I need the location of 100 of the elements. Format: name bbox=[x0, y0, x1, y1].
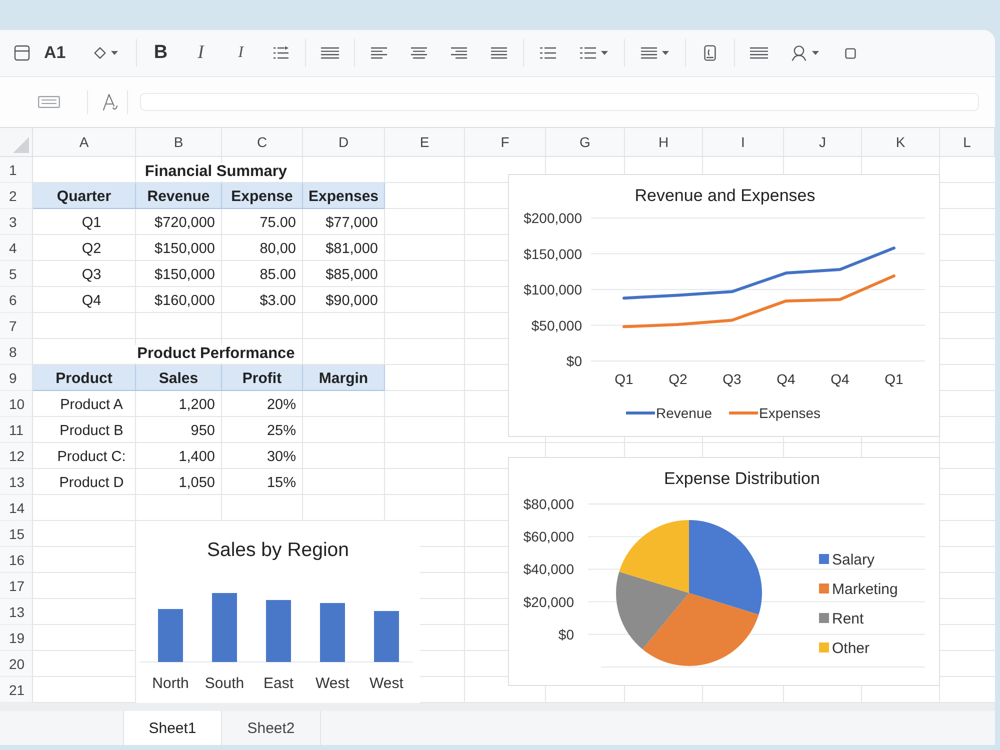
caret-icon bbox=[110, 51, 118, 55]
row-header[interactable]: 9 bbox=[0, 365, 33, 391]
axis-label: Q2 bbox=[668, 371, 688, 387]
axis-label: $60,000 bbox=[523, 528, 574, 545]
row-header[interactable]: 7 bbox=[0, 313, 33, 339]
column-header[interactable]: A bbox=[33, 128, 136, 157]
row-header[interactable]: 13 bbox=[0, 599, 33, 625]
row-header[interactable]: 17 bbox=[0, 573, 33, 599]
column-header[interactable]: B bbox=[136, 128, 222, 157]
person-icon bbox=[790, 45, 807, 61]
chart-title: Sales by Region bbox=[207, 539, 349, 561]
row-header[interactable]: 11 bbox=[0, 417, 33, 443]
axis-label: $20,000 bbox=[523, 594, 574, 610]
table-header-cell: Product bbox=[33, 365, 136, 391]
row-header[interactable]: 3 bbox=[0, 209, 33, 235]
row-header[interactable]: 5 bbox=[0, 261, 33, 287]
font-icon[interactable] bbox=[102, 93, 118, 111]
name-box[interactable]: A1 bbox=[44, 41, 66, 65]
axis-label: South bbox=[204, 675, 244, 692]
table-cell-text: 85.00 bbox=[258, 266, 297, 285]
table-cell-text: 15% bbox=[266, 474, 297, 493]
row-header[interactable]: 15 bbox=[0, 521, 33, 547]
italic-button[interactable]: I bbox=[224, 38, 257, 68]
table-cell-text: $150,000 bbox=[154, 266, 216, 285]
row-header[interactable]: 2 bbox=[0, 183, 33, 209]
table-title: Product Performance bbox=[135, 345, 297, 363]
corner-cell[interactable] bbox=[0, 128, 33, 157]
row-header[interactable]: 6 bbox=[0, 287, 33, 313]
column-header[interactable]: C bbox=[222, 128, 303, 157]
axis-label: West bbox=[316, 675, 350, 692]
table-cell-text: $720,000 bbox=[154, 214, 216, 233]
row-header[interactable]: 1 bbox=[0, 157, 33, 183]
chart-title: Expense Distribution bbox=[664, 469, 820, 488]
table-header-cell: Expense bbox=[222, 183, 303, 209]
axis-label: Q4 bbox=[830, 371, 850, 387]
legend-label: Expenses bbox=[759, 405, 821, 421]
table-title: Financial Summary bbox=[142, 163, 290, 181]
column-header[interactable]: D bbox=[303, 128, 385, 157]
text-box-icon[interactable] bbox=[38, 96, 60, 108]
caret-icon bbox=[662, 51, 669, 55]
column-header[interactable]: K bbox=[862, 128, 940, 157]
table-header-cell: Sales bbox=[136, 365, 222, 391]
row-header[interactable]: 19 bbox=[0, 625, 33, 651]
table-cell-text: Product A bbox=[59, 396, 124, 415]
justify-icon bbox=[640, 47, 657, 59]
chart-bar bbox=[320, 603, 345, 662]
row-header[interactable]: 20 bbox=[0, 651, 33, 677]
axis-label: Q3 bbox=[722, 371, 742, 387]
diamond-icon bbox=[94, 47, 106, 59]
table-cell-text: Q4 bbox=[80, 292, 102, 311]
axis-label: Q4 bbox=[776, 371, 796, 387]
italic-button[interactable]: I bbox=[184, 38, 217, 68]
row-header[interactable]: 4 bbox=[0, 235, 33, 261]
chart-bar bbox=[374, 611, 399, 662]
column-header[interactable]: G bbox=[546, 128, 625, 157]
row-header[interactable]: 21 bbox=[0, 677, 33, 703]
legend-label: Marketing bbox=[832, 581, 898, 598]
list-icon bbox=[580, 47, 596, 59]
column-header[interactable]: L bbox=[940, 128, 995, 157]
triangle-icon bbox=[13, 137, 29, 153]
column-header[interactable]: H bbox=[625, 128, 703, 157]
align-right-icon bbox=[450, 47, 467, 59]
table-cell-text: $81,000 bbox=[324, 240, 379, 259]
column-header[interactable]: E bbox=[385, 128, 465, 157]
table-cell-text: $3.00 bbox=[258, 292, 297, 311]
column-header[interactable]: I bbox=[703, 128, 784, 157]
axis-label: $80,000 bbox=[523, 496, 574, 512]
table-cell-text: 80,00 bbox=[258, 240, 297, 259]
justify-icon bbox=[490, 47, 507, 59]
table-cell-text: 1,200 bbox=[178, 396, 216, 415]
table-cell-text: 20% bbox=[266, 396, 297, 415]
align-center-icon bbox=[410, 47, 427, 59]
axis-label: $200,000 bbox=[524, 210, 582, 226]
row-header[interactable]: 12 bbox=[0, 443, 33, 469]
bold-button[interactable]: B bbox=[144, 38, 177, 68]
chart-title: Revenue and Expenses bbox=[634, 186, 816, 205]
row-header[interactable]: 14 bbox=[0, 495, 33, 521]
row-header[interactable]: 10 bbox=[0, 391, 33, 417]
caret-icon bbox=[600, 51, 608, 55]
axis-label: East bbox=[264, 675, 294, 692]
column-header[interactable]: F bbox=[465, 128, 546, 157]
table-cell-text: $77,000 bbox=[324, 214, 379, 233]
column-header[interactable]: J bbox=[784, 128, 862, 157]
table-header-cell: Expenses bbox=[303, 183, 385, 209]
row-header[interactable]: 13 bbox=[0, 469, 33, 495]
sheet-tab[interactable]: Sheet2 bbox=[222, 711, 321, 745]
table-cell-text: $90,000 bbox=[324, 292, 379, 311]
row-header[interactable]: 16 bbox=[0, 547, 33, 573]
sheet-tab[interactable]: Sheet1 bbox=[123, 711, 222, 745]
chart-bar bbox=[212, 593, 237, 662]
table-cell-text: Product B bbox=[58, 422, 124, 441]
table-cell-text: 25% bbox=[266, 422, 297, 441]
row-header[interactable]: 8 bbox=[0, 339, 33, 365]
axis-label: $100,000 bbox=[524, 282, 582, 298]
table-cell-text: $160,000 bbox=[154, 292, 216, 311]
table-header-cell: Quarter bbox=[33, 183, 136, 209]
table-cell-text: Q1 bbox=[80, 214, 102, 233]
indent-list-icon bbox=[272, 46, 289, 60]
axis-label: $50,000 bbox=[531, 317, 582, 334]
legend-label: Salary bbox=[832, 552, 875, 568]
